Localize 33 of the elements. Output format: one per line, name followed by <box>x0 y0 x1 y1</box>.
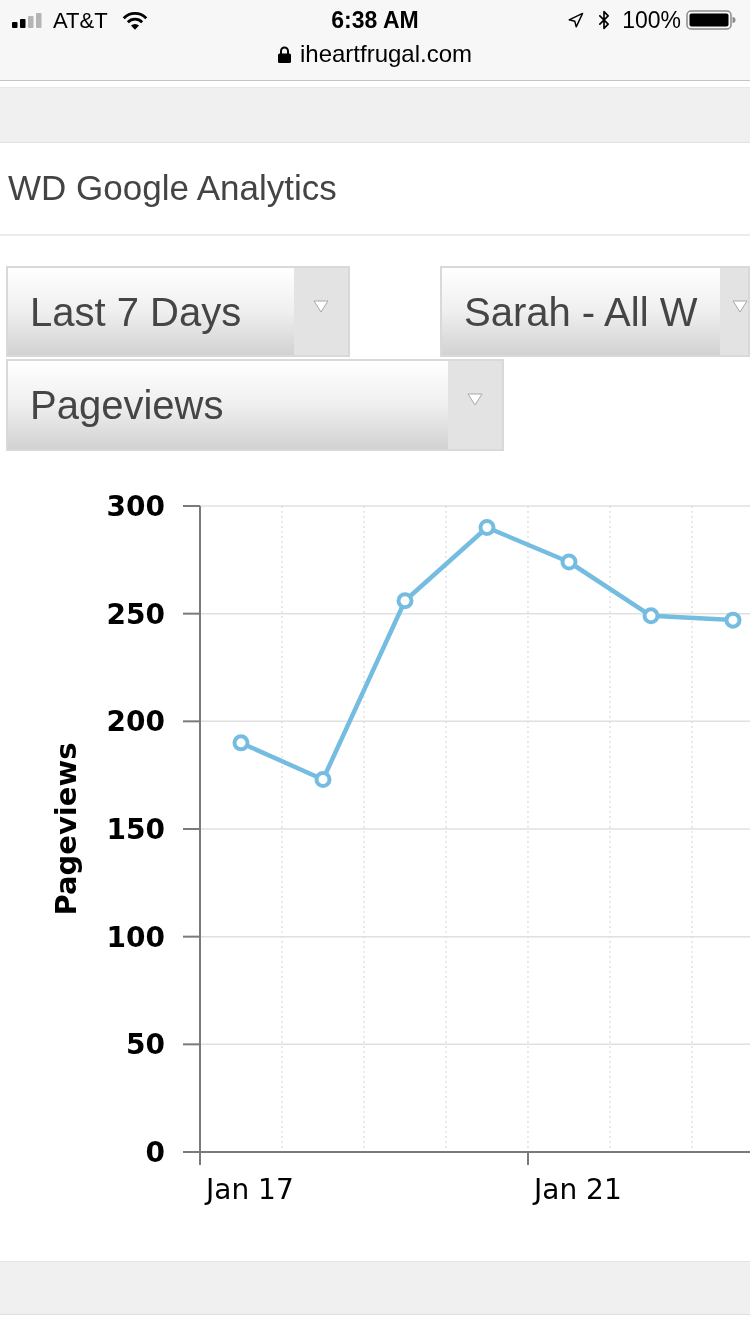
wifi-icon <box>121 10 148 30</box>
dropdown-select[interactable]: Pageviews <box>6 359 504 451</box>
dropdown-select[interactable]: Last 7 Days <box>6 266 350 357</box>
caret-icon <box>313 300 329 313</box>
data-point <box>642 607 660 625</box>
x-tick-label: Jan 17 <box>206 1173 294 1206</box>
widget-title: WD Google Analytics <box>8 167 337 210</box>
lock-icon <box>277 45 291 63</box>
location-arrow-icon <box>567 11 585 29</box>
signal-strength-icon <box>12 12 42 28</box>
y-tick-label: 50 <box>126 1028 165 1062</box>
url-text[interactable]: iheartfrugal.com <box>299 36 473 72</box>
y-axis-title: Pageviews <box>49 742 83 916</box>
time-label: 6:38 AM <box>331 5 419 35</box>
x-tick-label: Jan 21 <box>534 1173 622 1206</box>
carrier-label: AT&T <box>53 6 108 35</box>
caret-icon <box>732 300 748 313</box>
y-tick-label: 250 <box>106 597 165 631</box>
data-point <box>314 770 332 788</box>
caret-icon <box>467 393 483 406</box>
battery-icon <box>686 10 736 30</box>
data-point <box>396 592 414 610</box>
data-point <box>560 553 578 571</box>
y-tick-label: 100 <box>106 920 165 954</box>
y-tick-label: 150 <box>106 813 165 846</box>
y-tick-label: 0 <box>145 1136 165 1169</box>
y-tick-label: 200 <box>106 705 165 739</box>
data-point <box>724 611 742 629</box>
battery-percentage: 100% <box>622 5 681 35</box>
data-point <box>232 734 250 752</box>
data-point <box>478 519 496 537</box>
y-tick-label: 300 <box>106 490 165 523</box>
dropdown-select[interactable]: Sarah - All W <box>440 266 750 357</box>
